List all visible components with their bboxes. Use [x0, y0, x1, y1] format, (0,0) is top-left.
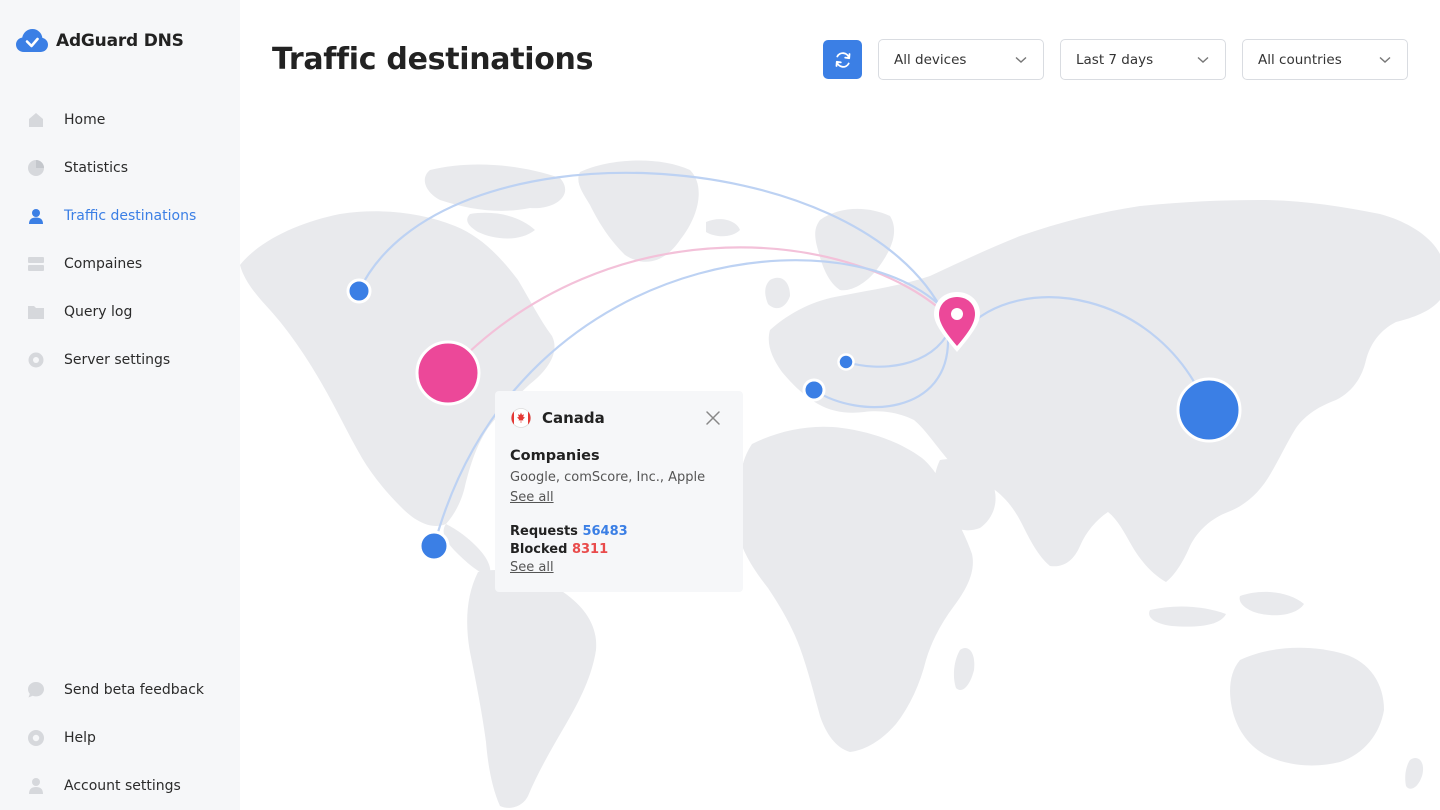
user-location-icon	[26, 206, 46, 226]
popup-companies-heading: Companies	[510, 448, 600, 464]
folder-icon	[26, 302, 46, 322]
sidebar-item-label: Help	[64, 730, 96, 746]
destination-point[interactable]	[1176, 377, 1242, 443]
chat-icon	[26, 680, 46, 700]
sidebar: AdGuard DNS Home Statistics Traffic dest…	[0, 0, 240, 810]
chevron-down-icon	[1379, 56, 1391, 63]
sidebar-item-server-settings[interactable]: Server settings	[26, 348, 170, 372]
help-icon	[26, 728, 46, 748]
destination-point-canada[interactable]	[415, 340, 481, 406]
sidebar-item-label: Server settings	[64, 352, 171, 368]
blocked-value: 8311	[571, 542, 609, 557]
home-icon	[26, 110, 46, 130]
period-select-value: Last 7 days	[1076, 51, 1154, 68]
countries-select-value: All countries	[1258, 51, 1342, 68]
world-map	[240, 160, 1440, 808]
page-title: Traffic destinations	[272, 42, 594, 77]
close-icon[interactable]	[705, 410, 721, 426]
app-name: AdGuard DNS	[56, 31, 184, 51]
stats-see-all-link[interactable]: See all	[510, 560, 554, 575]
destination-point[interactable]	[418, 530, 450, 562]
sidebar-item-account-settings[interactable]: Account settings	[26, 774, 181, 798]
sidebar-item-help[interactable]: Help	[26, 726, 96, 750]
server-icon	[26, 254, 46, 274]
destination-point[interactable]	[802, 378, 826, 402]
sidebar-item-query-log[interactable]: Query log	[26, 300, 132, 324]
app-logo[interactable]: AdGuard DNS	[16, 28, 184, 54]
sidebar-item-compaines[interactable]: Compaines	[26, 252, 142, 276]
destination-point[interactable]	[837, 353, 855, 371]
blocked-stat: Blocked 8311	[510, 542, 608, 557]
popup-country-name: Canada	[542, 409, 605, 427]
sidebar-item-label: Send beta feedback	[64, 682, 205, 698]
requests-label: Requests	[510, 524, 578, 539]
country-popup: Canada Companies Google, comScore, Inc.,…	[495, 391, 743, 592]
destination-point[interactable]	[346, 278, 372, 304]
canada-flag-icon	[511, 408, 531, 428]
refresh-icon	[835, 51, 850, 68]
sidebar-item-label: Compaines	[64, 256, 143, 272]
sidebar-item-label: Home	[64, 112, 106, 128]
popup-companies-list: Google, comScore, Inc., Apple	[510, 470, 706, 485]
sidebar-item-send-beta-feedback[interactable]: Send beta feedback	[26, 678, 204, 702]
adguard-cloud-icon	[16, 29, 48, 52]
companies-see-all-link[interactable]: See all	[510, 490, 554, 505]
gear-icon	[26, 350, 46, 370]
sidebar-item-traffic-destinations[interactable]: Traffic destinations	[26, 204, 196, 228]
map-land	[240, 160, 1440, 808]
requests-stat: Requests 56483	[510, 524, 628, 539]
refresh-button[interactable]	[823, 40, 862, 79]
devices-select-value: All devices	[894, 51, 967, 68]
devices-select[interactable]: All devices	[878, 39, 1044, 80]
user-icon	[26, 776, 46, 796]
requests-value: 56483	[582, 524, 628, 539]
chevron-down-icon	[1197, 56, 1209, 63]
sidebar-item-statistics[interactable]: Statistics	[26, 156, 128, 180]
chevron-down-icon	[1015, 56, 1027, 63]
sidebar-item-home[interactable]: Home	[26, 108, 105, 132]
countries-select[interactable]: All countries	[1242, 39, 1408, 80]
period-select[interactable]: Last 7 days	[1060, 39, 1226, 80]
sidebar-item-label: Traffic destinations	[64, 208, 197, 224]
sidebar-item-label: Statistics	[64, 160, 128, 176]
sidebar-item-label: Account settings	[64, 778, 181, 794]
pie-chart-icon	[26, 158, 46, 178]
blocked-label: Blocked	[510, 542, 568, 557]
sidebar-item-label: Query log	[64, 304, 133, 320]
